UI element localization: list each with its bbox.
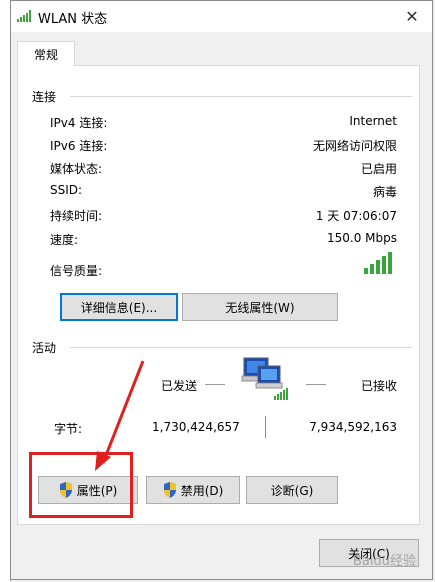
details-button[interactable]: 详细信息(E)... <box>60 293 178 321</box>
disable-button-label: 禁用(D) <box>180 483 224 498</box>
signal-bar <box>388 252 392 274</box>
connection-divider <box>70 96 412 97</box>
ssid-label: SSID: <box>50 183 83 197</box>
media-state-label: 媒体状态: <box>50 162 103 176</box>
speed-value: 150.0 Mbps <box>326 231 397 245</box>
close-button[interactable]: 关闭(C) <box>319 539 419 567</box>
duration-value: 1 天 07:06:07 <box>315 209 397 223</box>
title-bar: WLAN 状态 ✕ <box>11 1 432 32</box>
properties-button-label: 属性(P) <box>76 483 118 498</box>
bytes-sent-value: 1,730,424,657 <box>152 420 240 434</box>
sent-line <box>205 384 225 385</box>
signal-strength-icon <box>364 252 392 274</box>
ipv4-label: IPv4 连接: <box>50 116 108 130</box>
ipv6-value: 无网络访问权限 <box>312 139 397 153</box>
received-label: 已接收 <box>360 379 397 393</box>
media-state-value: 已启用 <box>360 162 397 176</box>
duration-label: 持续时间: <box>50 209 103 223</box>
details-button-label: 详细信息(E)... <box>80 300 158 315</box>
signal-bar <box>382 256 386 274</box>
properties-button[interactable]: 属性(P) <box>38 476 138 504</box>
wireless-properties-label: 无线属性(W) <box>225 300 295 315</box>
window-title: WLAN 状态 <box>38 12 108 27</box>
connection-group-title: 连接 <box>32 90 57 104</box>
ssid-value: 病毒 <box>372 185 397 199</box>
sent-label: 已发送 <box>161 379 198 393</box>
tab-general-label: 常规 <box>33 47 58 62</box>
signal-quality-label: 信号质量: <box>50 264 103 278</box>
general-panel: 连接 IPv4 连接: Internet IPv6 连接: 无网络访问权限 媒体… <box>17 65 420 525</box>
bytes-separator <box>265 416 266 438</box>
activity-group-title: 活动 <box>32 341 57 355</box>
close-window-button[interactable]: ✕ <box>392 1 432 32</box>
activity-divider <box>70 347 412 348</box>
speed-label: 速度: <box>50 233 79 247</box>
uac-shield-icon <box>163 482 176 498</box>
bytes-label: 字节: <box>54 422 83 436</box>
signal-bar <box>370 264 374 274</box>
signal-bar <box>364 268 368 274</box>
wireless-properties-button[interactable]: 无线属性(W) <box>182 293 338 321</box>
disable-button[interactable]: 禁用(D) <box>146 476 240 504</box>
wifi-signal-icon <box>17 10 31 22</box>
bytes-received-value: 7,934,592,163 <box>309 420 397 434</box>
network-computers-icon <box>241 357 288 400</box>
ipv6-label: IPv6 连接: <box>50 139 108 153</box>
diagnose-button-label: 诊断(G) <box>270 483 314 498</box>
signal-bar <box>376 260 380 274</box>
close-button-label: 关闭(C) <box>348 546 390 561</box>
diagnose-button[interactable]: 诊断(G) <box>246 476 338 504</box>
ipv4-value: Internet <box>349 114 397 128</box>
received-line <box>306 384 326 385</box>
tab-general[interactable]: 常规 <box>17 41 75 66</box>
wlan-status-dialog: WLAN 状态 ✕ 常规 连接 IPv4 连接: Internet IPv6 连… <box>10 0 433 580</box>
uac-shield-icon <box>59 482 72 498</box>
close-icon: ✕ <box>405 7 419 26</box>
